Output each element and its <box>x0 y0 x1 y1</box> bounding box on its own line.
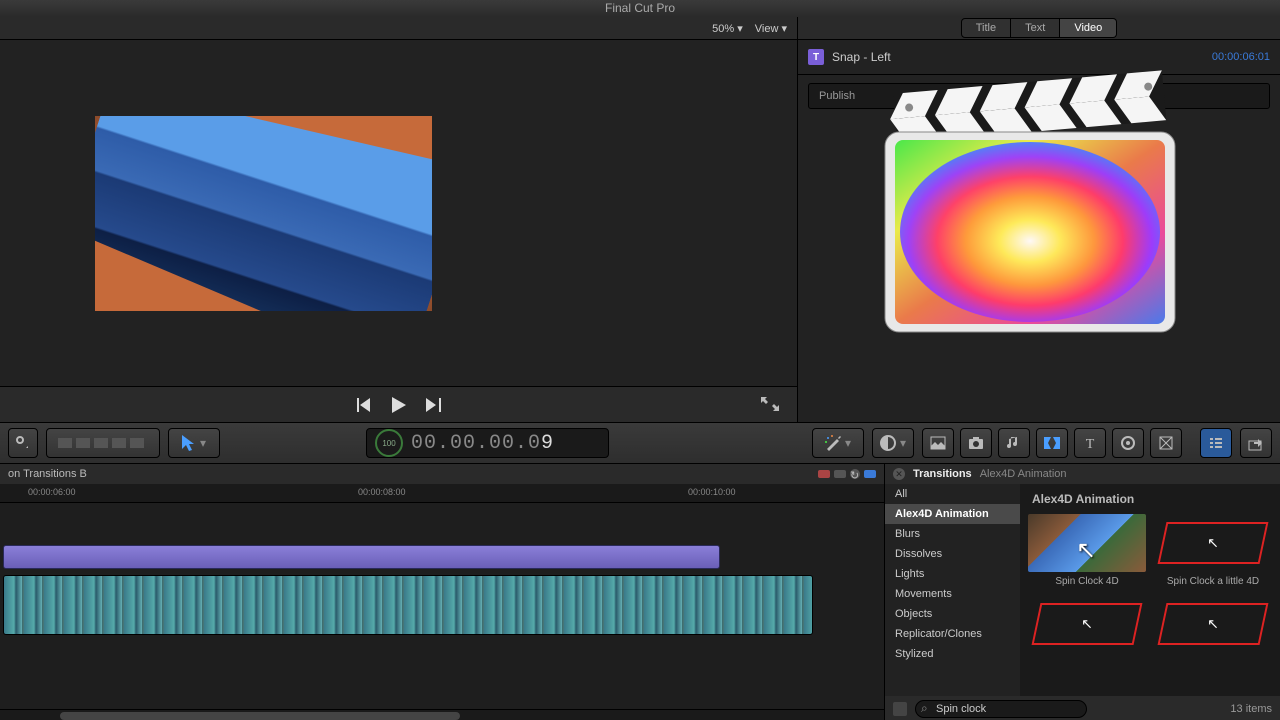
inspector-pane: Title Text Video T Snap - Left 00:00:06:… <box>798 17 1280 422</box>
timeline-index-button[interactable] <box>1200 428 1232 458</box>
search-input[interactable] <box>915 700 1087 718</box>
tab-text[interactable]: Text <box>1011 18 1060 38</box>
photos-browser-button[interactable] <box>922 428 954 458</box>
grid-heading: Alex4D Animation <box>1032 492 1272 506</box>
key-button[interactable] <box>8 428 38 458</box>
timecode-digits: 00.00.00.09 <box>411 432 554 455</box>
viewer-pane: 50% ▾ View ▾ <box>0 17 798 422</box>
title-type-icon: T <box>808 49 824 65</box>
browser-title: Transitions <box>913 468 972 480</box>
snapping-toggle[interactable]: ↻ <box>850 469 860 479</box>
svg-text:T: T <box>1086 437 1095 451</box>
category-alex4d[interactable]: Alex4D Animation <box>885 504 1020 524</box>
generators-browser-button[interactable] <box>1112 428 1144 458</box>
window-title: Final Cut Pro <box>0 0 1280 17</box>
timecode-display[interactable]: 100 00.00.00.09 <box>366 428 609 458</box>
solo-toggle[interactable] <box>864 470 876 478</box>
transitions-browser-button[interactable] <box>1036 428 1068 458</box>
tab-video[interactable]: Video <box>1060 18 1117 38</box>
titles-browser-button[interactable]: T <box>1074 428 1106 458</box>
category-objects[interactable]: Objects <box>885 604 1020 624</box>
category-dissolves[interactable]: Dissolves <box>885 544 1020 564</box>
transition-item-spin-clock-4d[interactable]: ↖ Spin Clock 4D <box>1028 514 1146 587</box>
music-browser-button[interactable] <box>998 428 1030 458</box>
transition-item-3[interactable] <box>1028 595 1146 657</box>
prev-frame-button[interactable] <box>356 398 372 412</box>
timeline-ruler[interactable]: 00:00:06:00 00:00:08:00 00:00:10:00 <box>0 484 884 503</box>
share-button[interactable] <box>1240 428 1272 458</box>
inspector-timecode: 00:00:06:01 <box>1212 51 1270 63</box>
tab-title[interactable]: Title <box>961 18 1011 38</box>
fullscreen-button[interactable] <box>761 397 779 411</box>
zoom-dropdown[interactable]: 50% ▾ <box>712 22 743 35</box>
audio-meter-indicator <box>818 470 830 478</box>
timeline-scrollbar[interactable] <box>0 709 884 720</box>
clip-appearance-button[interactable] <box>46 428 160 458</box>
transition-item-4[interactable] <box>1154 595 1272 657</box>
skimming-toggle[interactable] <box>834 470 846 478</box>
transition-item-spin-clock-little-4d[interactable]: Spin Clock a little 4D <box>1154 514 1272 587</box>
preview-frame <box>95 116 432 311</box>
video-clip[interactable] <box>3 575 813 635</box>
browser-crumb: Alex4D Animation <box>980 468 1067 480</box>
publish-row[interactable]: Publish <box>808 83 1270 109</box>
close-browser-button[interactable]: ✕ <box>893 468 905 480</box>
category-movements[interactable]: Movements <box>885 584 1020 604</box>
title-clip[interactable] <box>3 545 720 569</box>
viewer-canvas[interactable] <box>0 40 797 386</box>
view-dropdown[interactable]: View ▾ <box>755 22 787 35</box>
themes-browser-button[interactable] <box>1150 428 1182 458</box>
timeline-project-name: on Transitions B <box>8 468 87 480</box>
next-frame-button[interactable] <box>426 398 442 412</box>
category-lights[interactable]: Lights <box>885 564 1020 584</box>
timeline-tracks[interactable] <box>0 503 884 709</box>
select-tool[interactable]: ▾ <box>168 428 220 458</box>
play-button[interactable] <box>392 397 406 413</box>
category-list: All Alex4D Animation Blurs Dissolves Lig… <box>885 484 1020 696</box>
category-all[interactable]: All <box>885 484 1020 504</box>
enhance-menu[interactable]: ▾ <box>812 428 864 458</box>
retiming-menu[interactable]: ▾ <box>872 428 914 458</box>
background-render-indicator: 100 <box>375 429 403 457</box>
browser-view-toggle[interactable] <box>893 702 907 716</box>
cursor-icon: ↖ <box>1076 536 1096 565</box>
category-stylized[interactable]: Stylized <box>885 644 1020 664</box>
item-count: 13 items <box>1230 703 1272 715</box>
effects-browser: ✕ Transitions Alex4D Animation All Alex4… <box>885 464 1280 720</box>
main-toolbar: ▾ 100 00.00.00.09 ▾ ▾ T <box>0 422 1280 464</box>
category-replicator[interactable]: Replicator/Clones <box>885 624 1020 644</box>
camera-import-button[interactable] <box>960 428 992 458</box>
category-blurs[interactable]: Blurs <box>885 524 1020 544</box>
timeline-pane: on Transitions B ↻ 00:00:06:00 00:00:08:… <box>0 464 885 720</box>
inspector-item-name: Snap - Left <box>832 50 891 64</box>
